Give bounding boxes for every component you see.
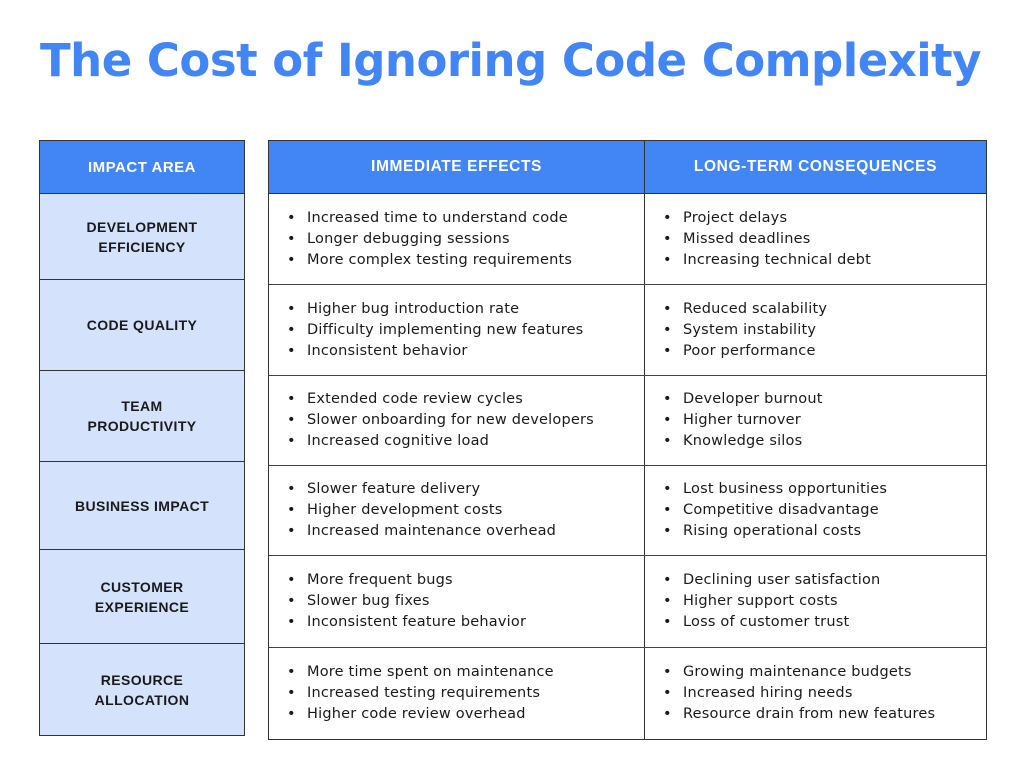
immediate-effects-cell: Extended code review cyclesSlower onboar… xyxy=(269,376,645,465)
bullet-list: Developer burnoutHigher turnoverKnowledg… xyxy=(663,389,823,452)
bullet-list: Reduced scalabilitySystem instabilityPoo… xyxy=(663,299,827,362)
impact-area-label: CODE QUALITY xyxy=(86,317,198,333)
long-term-consequences-cell: Project delaysMissed deadlinesIncreasing… xyxy=(645,194,986,284)
list-item: Higher turnover xyxy=(663,410,823,431)
list-item: Project delays xyxy=(663,208,871,229)
page-title: The Cost of Ignoring Code Complexity xyxy=(39,34,982,87)
list-item: Difficulty implementing new features xyxy=(287,320,583,341)
impact-area-cell: RESOURCE ALLOCATION xyxy=(40,644,244,735)
list-item: Inconsistent feature behavior xyxy=(287,612,526,633)
list-item: Extended code review cycles xyxy=(287,389,594,410)
list-item: Resource drain from new features xyxy=(663,704,935,725)
table-row: More time spent on maintenanceIncreased … xyxy=(269,648,986,739)
list-item: Knowledge silos xyxy=(663,431,823,452)
list-item: More frequent bugs xyxy=(287,570,526,591)
immediate-effects-cell: Slower feature deliveryHigher developmen… xyxy=(269,466,645,555)
effects-table: IMMEDIATE EFFECTS LONG-TERM CONSEQUENCES… xyxy=(268,140,987,740)
list-item: Rising operational costs xyxy=(663,521,887,542)
impact-area-cell: TEAM PRODUCTIVITY xyxy=(40,371,244,462)
list-item: More complex testing requirements xyxy=(287,250,572,271)
table-row: Higher bug introduction rateDifficulty i… xyxy=(269,285,986,376)
immediate-effects-cell: Higher bug introduction rateDifficulty i… xyxy=(269,285,645,375)
list-item: Loss of customer trust xyxy=(663,612,880,633)
list-item: Increased cognitive load xyxy=(287,431,594,452)
impact-area-cell: CODE QUALITY xyxy=(40,280,244,371)
bullet-list: Slower feature deliveryHigher developmen… xyxy=(287,479,556,542)
impact-area-label: RESOURCE ALLOCATION xyxy=(94,671,190,708)
list-item: Competitive disadvantage xyxy=(663,500,887,521)
bullet-list: Lost business opportunitiesCompetitive d… xyxy=(663,479,887,542)
immediate-effects-cell: Increased time to understand codeLonger … xyxy=(269,194,645,284)
long-term-consequences-cell: Declining user satisfactionHigher suppor… xyxy=(645,556,986,647)
list-item: Reduced scalability xyxy=(663,299,827,320)
list-item: Inconsistent behavior xyxy=(287,341,583,362)
impact-area-cell: CUSTOMER EXPERIENCE xyxy=(40,550,244,644)
immediate-effects-cell: More time spent on maintenanceIncreased … xyxy=(269,648,645,739)
list-item: Increasing technical debt xyxy=(663,250,871,271)
effects-header-row: IMMEDIATE EFFECTS LONG-TERM CONSEQUENCES xyxy=(269,141,986,194)
immediate-effects-cell: More frequent bugsSlower bug fixesIncons… xyxy=(269,556,645,647)
impact-area-label: CUSTOMER EXPERIENCE xyxy=(94,578,190,615)
impact-area-cell: DEVELOPMENT EFFICIENCY xyxy=(40,194,244,280)
impact-area-header: IMPACT AREA xyxy=(40,141,244,194)
table-row: More frequent bugsSlower bug fixesIncons… xyxy=(269,556,986,648)
list-item: Increased testing requirements xyxy=(287,683,554,704)
list-item: Developer burnout xyxy=(663,389,823,410)
list-item: Lost business opportunities xyxy=(663,479,887,500)
long-term-consequences-cell: Growing maintenance budgetsIncreased hir… xyxy=(645,648,986,739)
list-item: Higher support costs xyxy=(663,591,880,612)
list-item: Poor performance xyxy=(663,341,827,362)
list-item: Missed deadlines xyxy=(663,229,871,250)
list-item: Slower onboarding for new developers xyxy=(287,410,594,431)
list-item: Longer debugging sessions xyxy=(287,229,572,250)
list-item: Higher code review overhead xyxy=(287,704,554,725)
list-item: Increased maintenance overhead xyxy=(287,521,556,542)
bullet-list: Project delaysMissed deadlinesIncreasing… xyxy=(663,208,871,271)
impact-area-label: TEAM PRODUCTIVITY xyxy=(87,398,197,434)
long-term-consequences-cell: Lost business opportunitiesCompetitive d… xyxy=(645,466,986,555)
bullet-list: More frequent bugsSlower bug fixesIncons… xyxy=(287,570,526,633)
table-row: Slower feature deliveryHigher developmen… xyxy=(269,466,986,556)
bullet-list: Declining user satisfactionHigher suppor… xyxy=(663,570,880,633)
list-item: System instability xyxy=(663,320,827,341)
long-term-consequences-header: LONG-TERM CONSEQUENCES xyxy=(693,158,938,175)
impact-area-label: DEVELOPMENT EFFICIENCY xyxy=(86,218,198,255)
bullet-list: Extended code review cyclesSlower onboar… xyxy=(287,389,594,452)
list-item: More time spent on maintenance xyxy=(287,662,554,683)
list-item: Higher development costs xyxy=(287,500,556,521)
immediate-effects-header: IMMEDIATE EFFECTS xyxy=(269,141,645,193)
list-item: Declining user satisfaction xyxy=(663,570,880,591)
impact-area-table: IMPACT AREA DEVELOPMENT EFFICIENCY CODE Q… xyxy=(39,140,245,736)
bullet-list: Higher bug introduction rateDifficulty i… xyxy=(287,299,583,362)
long-term-consequences-cell: Reduced scalabilitySystem instabilityPoo… xyxy=(645,285,986,375)
bullet-list: Increased time to understand codeLonger … xyxy=(287,208,572,271)
bullet-list: More time spent on maintenanceIncreased … xyxy=(287,662,554,725)
list-item: Slower bug fixes xyxy=(287,591,526,612)
list-item: Increased time to understand code xyxy=(287,208,572,229)
list-item: Slower feature delivery xyxy=(287,479,556,500)
impact-area-cell: BUSINESS IMPACT xyxy=(40,462,244,550)
bullet-list: Growing maintenance budgetsIncreased hir… xyxy=(663,662,935,725)
list-item: Higher bug introduction rate xyxy=(287,299,583,320)
list-item: Increased hiring needs xyxy=(663,683,935,704)
table-row: Increased time to understand codeLonger … xyxy=(269,194,986,285)
long-term-consequences-cell: Developer burnoutHigher turnoverKnowledg… xyxy=(645,376,986,465)
list-item: Growing maintenance budgets xyxy=(663,662,935,683)
table-row: Extended code review cyclesSlower onboar… xyxy=(269,376,986,466)
impact-area-label: BUSINESS IMPACT xyxy=(74,497,210,514)
